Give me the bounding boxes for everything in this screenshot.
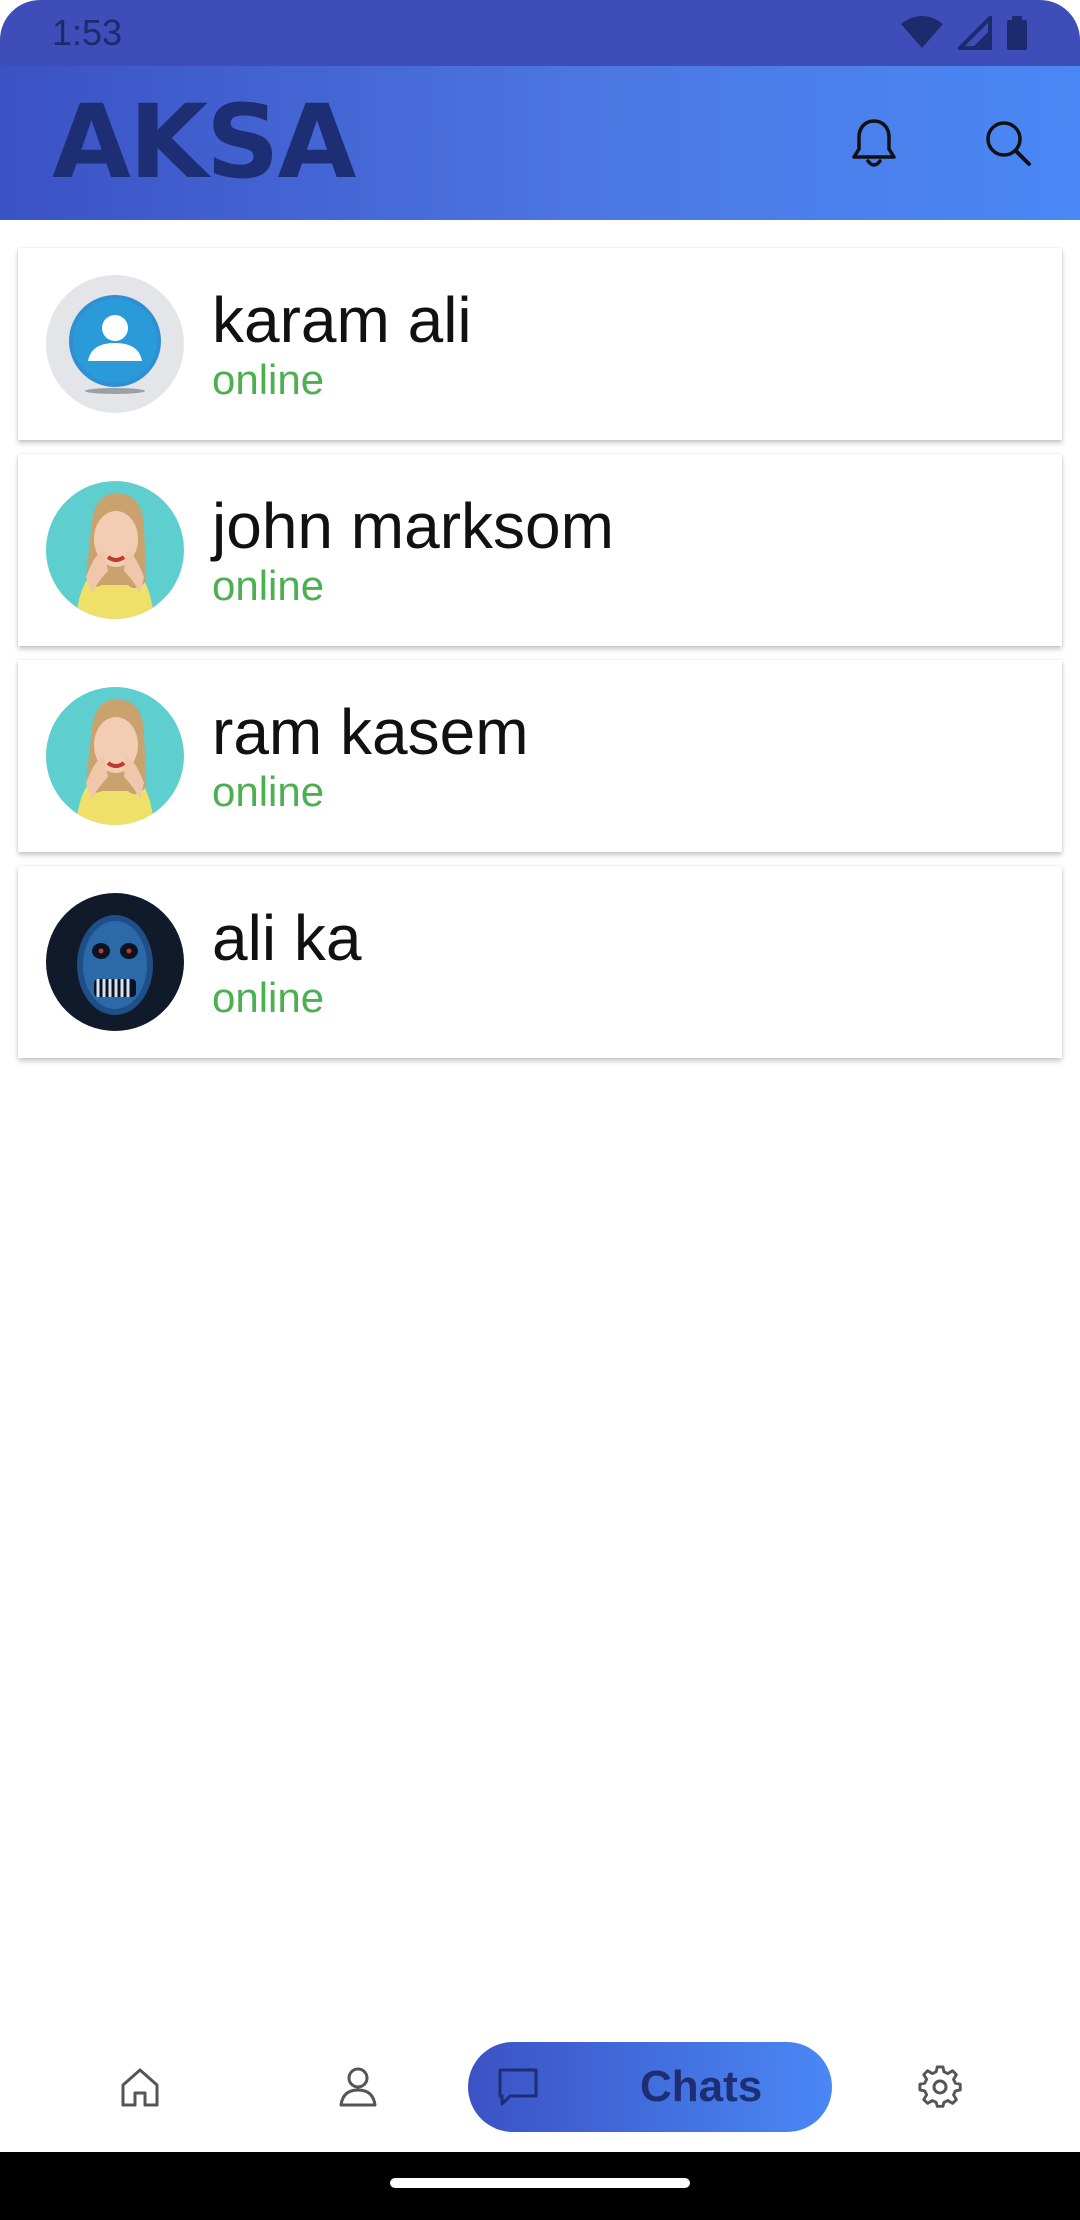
chat-text: ali ka online <box>212 901 362 1022</box>
battery-icon <box>1007 16 1027 50</box>
chat-list-item[interactable]: john marksom online <box>18 454 1062 646</box>
nav-chats-label: Chats <box>640 2062 763 2111</box>
search-button[interactable] <box>976 111 1040 175</box>
nav-home[interactable] <box>100 2042 180 2132</box>
screen: 1:53 AKSA karam ali online john marksom … <box>0 0 1080 2220</box>
avatar <box>46 687 184 825</box>
nav-profile[interactable] <box>318 2042 398 2132</box>
avatar <box>46 893 184 1031</box>
contact-name: ram kasem <box>212 695 529 768</box>
chat-bubble-icon <box>498 2068 538 2106</box>
person-icon <box>339 2067 377 2107</box>
chat-text: ram kasem online <box>212 695 529 816</box>
bottom-navigation: Chats <box>0 2020 1080 2152</box>
contact-status: online <box>212 768 325 816</box>
chat-list-item[interactable]: ali ka online <box>18 866 1062 1058</box>
avatar <box>46 481 184 619</box>
woman-photo-avatar-icon <box>46 687 184 825</box>
home-icon <box>121 2068 159 2107</box>
chat-list-item[interactable]: karam ali online <box>18 248 1062 440</box>
cell-signal-icon <box>958 16 992 50</box>
blue-skull-avatar-icon <box>46 893 184 1031</box>
chat-list-item[interactable]: ram kasem online <box>18 660 1062 852</box>
system-navigation-bar <box>0 2152 1080 2220</box>
notifications-button[interactable] <box>842 111 906 175</box>
search-icon <box>986 121 1031 166</box>
bell-icon <box>852 119 896 167</box>
status-bar: 1:53 <box>0 0 1080 66</box>
app-bar: AKSA <box>0 66 1080 220</box>
gear-icon <box>918 2065 962 2108</box>
app-title: AKSA <box>52 83 356 202</box>
app-bar-actions <box>842 111 1040 175</box>
contact-status: online <box>212 562 325 610</box>
contact-name: karam ali <box>212 283 472 356</box>
chat-list: karam ali online john marksom online ram… <box>18 248 1062 1072</box>
status-time: 1:53 <box>52 12 123 53</box>
chat-text: karam ali online <box>212 283 472 404</box>
home-gesture-handle[interactable] <box>390 2178 690 2188</box>
nav-chats[interactable]: Chats <box>468 2042 832 2132</box>
chat-text: john marksom online <box>212 489 614 610</box>
contact-name: ali ka <box>212 901 362 974</box>
woman-photo-avatar-icon <box>46 481 184 619</box>
wifi-icon <box>901 16 943 48</box>
contact-status: online <box>212 356 325 404</box>
avatar <box>46 275 184 413</box>
status-icons <box>900 16 1028 50</box>
contact-name: john marksom <box>212 489 614 562</box>
contact-status: online <box>212 974 325 1022</box>
default-user-avatar-icon <box>46 275 184 413</box>
nav-settings[interactable] <box>900 2042 980 2132</box>
